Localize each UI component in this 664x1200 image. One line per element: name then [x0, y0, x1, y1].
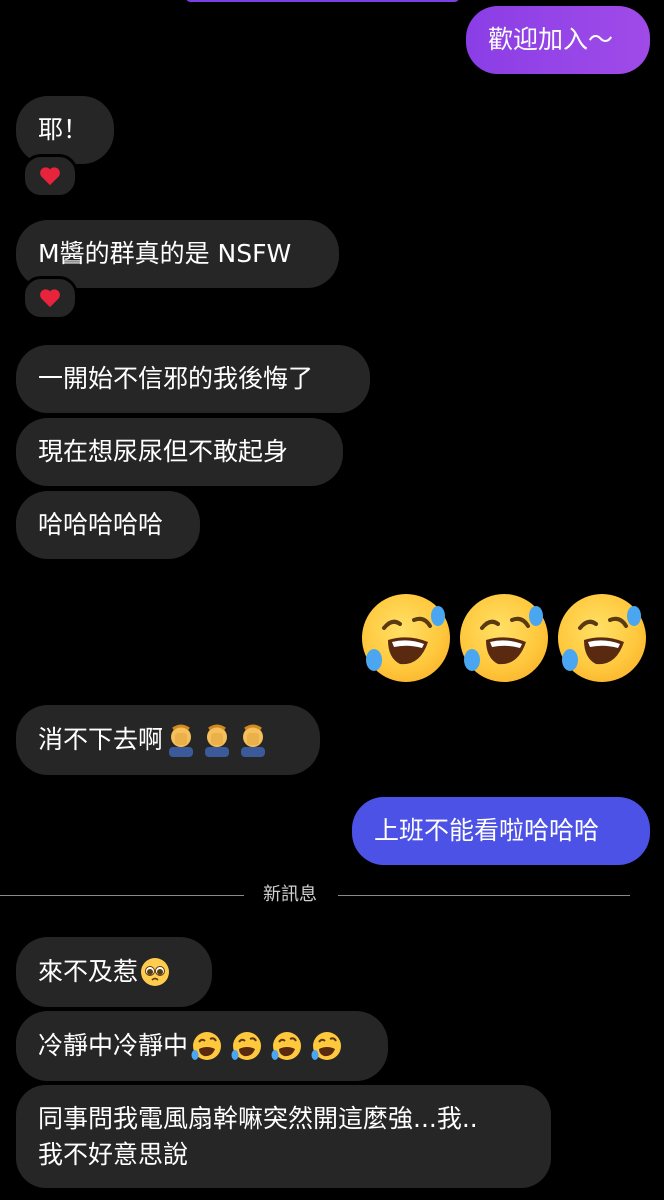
message-text: 歡迎加入～	[488, 25, 614, 54]
divider-line-left	[0, 895, 244, 896]
received-message-haha[interactable]: 哈哈哈哈哈	[16, 491, 200, 559]
message-text: 來不及惹	[38, 957, 139, 986]
rofl-emoji	[231, 1032, 262, 1060]
message-text: 上班不能看啦哈哈哈	[374, 816, 600, 845]
rofl-emoji[interactable]	[460, 594, 548, 682]
rofl-emoji[interactable]	[362, 594, 450, 682]
message-text: 一開始不信邪的我後悔了	[38, 364, 314, 393]
message-text: 現在想尿尿但不敢起身	[38, 437, 289, 466]
received-message-calming[interactable]: 冷靜中冷靜中	[16, 1011, 388, 1081]
received-message-too-late[interactable]: 來不及惹	[16, 937, 212, 1007]
facepalm-emoji	[241, 724, 266, 757]
message-text: 冷靜中冷靜中	[38, 1031, 189, 1060]
divider-line-right	[338, 895, 630, 896]
message-text-line2: 我不好意思說	[38, 1140, 189, 1169]
received-message-regret[interactable]: 一開始不信邪的我後悔了	[16, 345, 370, 413]
facepalm-emoji	[205, 724, 230, 757]
rofl-emoji[interactable]	[558, 594, 646, 682]
sent-message-work[interactable]: 上班不能看啦哈哈哈	[352, 797, 650, 865]
rofl-emoji	[311, 1032, 342, 1060]
heart-icon	[40, 167, 60, 186]
message-text-line1: 同事問我電風扇幹嘛突然開這麼強...我..	[38, 1104, 478, 1133]
received-message-fan[interactable]: 同事問我電風扇幹嘛突然開這麼強...我.. 我不好意思說	[16, 1085, 551, 1188]
pleading-face-emoji	[141, 958, 170, 986]
message-text: 耶！	[38, 115, 89, 144]
message-text: 消不下去啊	[38, 725, 164, 754]
rofl-emoji	[191, 1032, 222, 1060]
received-message-pee[interactable]: 現在想尿尿但不敢起身	[16, 418, 343, 486]
facepalm-emoji	[169, 724, 194, 757]
sent-message-welcome[interactable]: 歡迎加入～	[466, 6, 650, 74]
message-text: 哈哈哈哈哈	[38, 510, 164, 539]
reaction-heart[interactable]	[22, 154, 78, 198]
new-messages-divider: 新訊息	[263, 884, 317, 905]
heart-icon	[40, 289, 60, 308]
rofl-face-icon	[562, 606, 641, 671]
received-message-cant-calm[interactable]: 消不下去啊	[16, 705, 320, 775]
previous-message-edge	[185, 0, 460, 2]
rofl-emoji	[271, 1032, 302, 1060]
rofl-face-icon	[464, 606, 543, 671]
received-message-yay[interactable]: 耶！	[16, 96, 114, 164]
message-text: M醬的群真的是 NSFW	[38, 239, 292, 268]
reaction-heart[interactable]	[22, 276, 78, 320]
rofl-face-icon	[366, 606, 445, 671]
